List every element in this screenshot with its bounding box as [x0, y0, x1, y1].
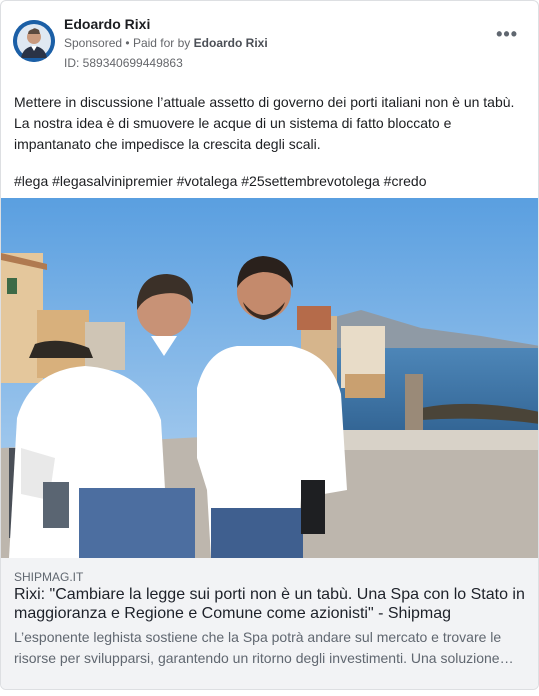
- separator-dot: •: [125, 36, 130, 50]
- link-headline[interactable]: Rixi: "Cambiare la legge sui porti non è…: [14, 585, 529, 623]
- link-description: L’esponente leghista sostiene che la Spa…: [14, 629, 514, 666]
- body-line: La nostra idea è di smuovere le acque di…: [14, 115, 452, 131]
- sponsored-line: Sponsored • Paid for by Edoardo Rixi: [64, 36, 268, 50]
- ad-photo[interactable]: [1, 198, 538, 558]
- hashtags[interactable]: #lega #legasalvinipremier #votalega #25s…: [14, 171, 529, 192]
- link-preview[interactable]: SHIPMAG.IT Rixi: "Cambiare la legge sui …: [1, 558, 538, 689]
- ad-body-text: Mettere in discussione l’attuale assetto…: [14, 92, 529, 155]
- paid-for-prefix: Paid for by: [132, 36, 191, 50]
- more-options-icon[interactable]: •••: [496, 25, 518, 43]
- link-domain: SHIPMAG.IT: [14, 570, 84, 584]
- body-line: Mettere in discussione l’attuale assetto…: [14, 94, 515, 110]
- advertiser-name[interactable]: Edoardo Rixi: [64, 16, 150, 32]
- avatar-image: [13, 20, 55, 62]
- paid-for-by-name[interactable]: Edoardo Rixi: [194, 36, 268, 50]
- photo-image: [1, 198, 538, 558]
- sponsored-label: Sponsored: [64, 36, 123, 50]
- ad-card: Edoardo Rixi Sponsored • Paid for by Edo…: [0, 0, 539, 690]
- ad-library-id: ID: 589340699449863: [64, 56, 183, 70]
- advertiser-avatar[interactable]: [13, 20, 55, 62]
- body-line: impantanato che impedisce la crescita de…: [14, 136, 321, 152]
